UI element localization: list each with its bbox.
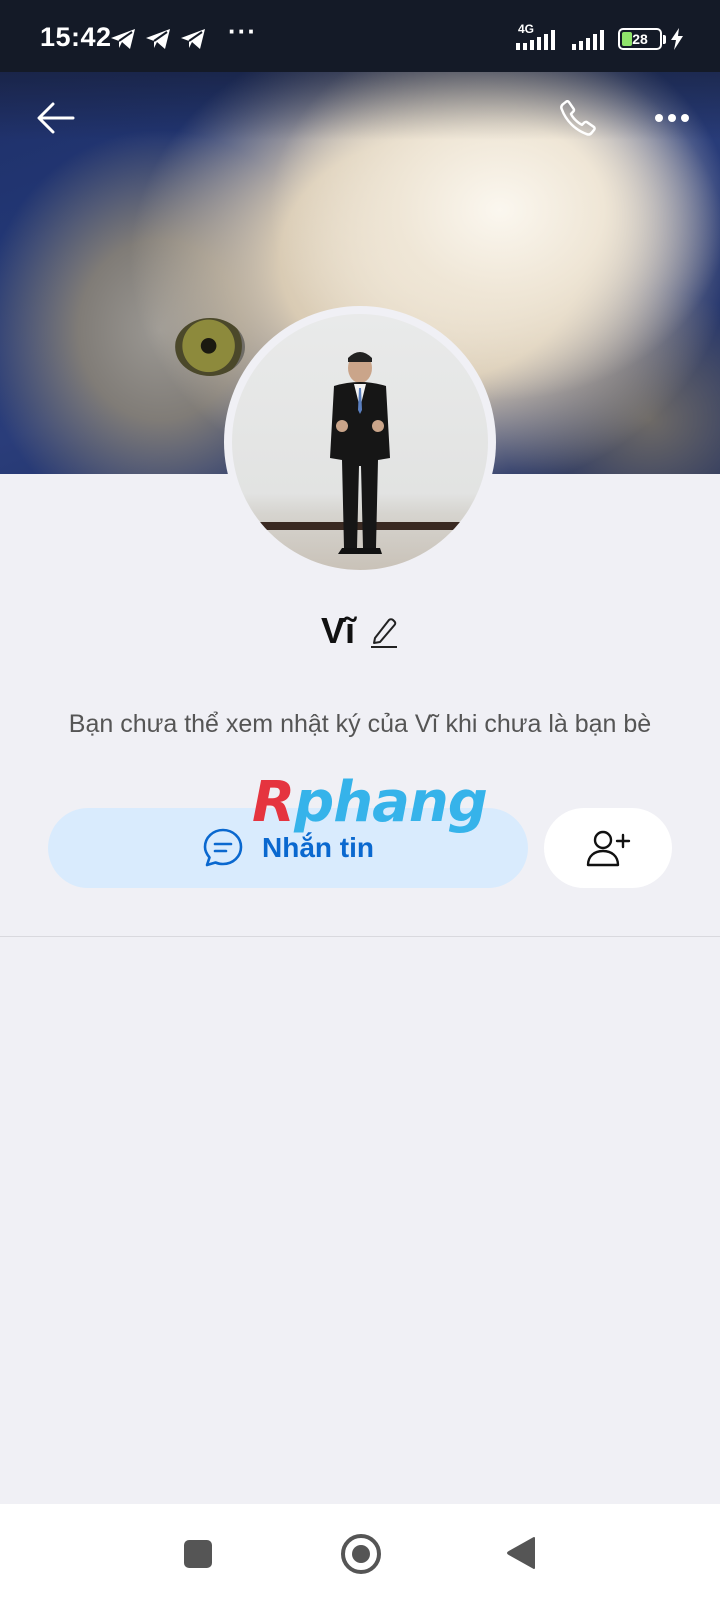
profile-avatar[interactable] [224, 306, 496, 578]
message-button-label: Nhắn tin [262, 832, 374, 863]
recent-apps-button[interactable] [184, 1540, 212, 1568]
charging-icon [671, 28, 683, 50]
phone-icon [560, 100, 596, 136]
call-button[interactable] [552, 92, 604, 144]
telegram-icon [111, 29, 135, 49]
battery-cap [663, 35, 666, 44]
watermark-part-1: R [252, 770, 295, 835]
back-button[interactable] [30, 92, 82, 144]
status-bar: 15:42 ··· 4G 28 [0, 0, 720, 72]
watermark-logo: Rphang [252, 770, 488, 835]
system-navigation-bar [0, 1504, 720, 1600]
privacy-notice: Bạn chưa thể xem nhật ký của Vĩ khi chưa… [68, 710, 652, 738]
add-friend-button[interactable] [544, 808, 672, 888]
signal-icon [516, 30, 555, 50]
pencil-icon[interactable] [369, 614, 399, 648]
system-back-button[interactable] [506, 1536, 536, 1570]
cover-cat-eye [175, 318, 245, 376]
profile-name-row: Vĩ [0, 610, 720, 652]
status-more-notifications: ··· [228, 16, 257, 46]
add-friend-icon [586, 830, 631, 867]
chat-bubble-icon [203, 828, 243, 867]
profile-name: Vĩ [320, 610, 355, 651]
arrow-left-icon [37, 102, 75, 134]
more-horizontal-icon [655, 114, 689, 122]
more-options-button[interactable] [646, 96, 698, 140]
telegram-icon [146, 29, 170, 49]
watermark-part-2: phang [294, 770, 488, 835]
section-divider [0, 936, 720, 937]
signal-icon [572, 30, 604, 50]
status-time: 15:42 [40, 22, 112, 52]
battery-level: 28 [632, 31, 648, 47]
telegram-icon [181, 29, 205, 49]
avatar-photo [232, 314, 488, 570]
avatar-person-figure [330, 352, 390, 554]
home-button[interactable] [341, 1534, 381, 1574]
battery-icon: 28 [618, 28, 662, 50]
